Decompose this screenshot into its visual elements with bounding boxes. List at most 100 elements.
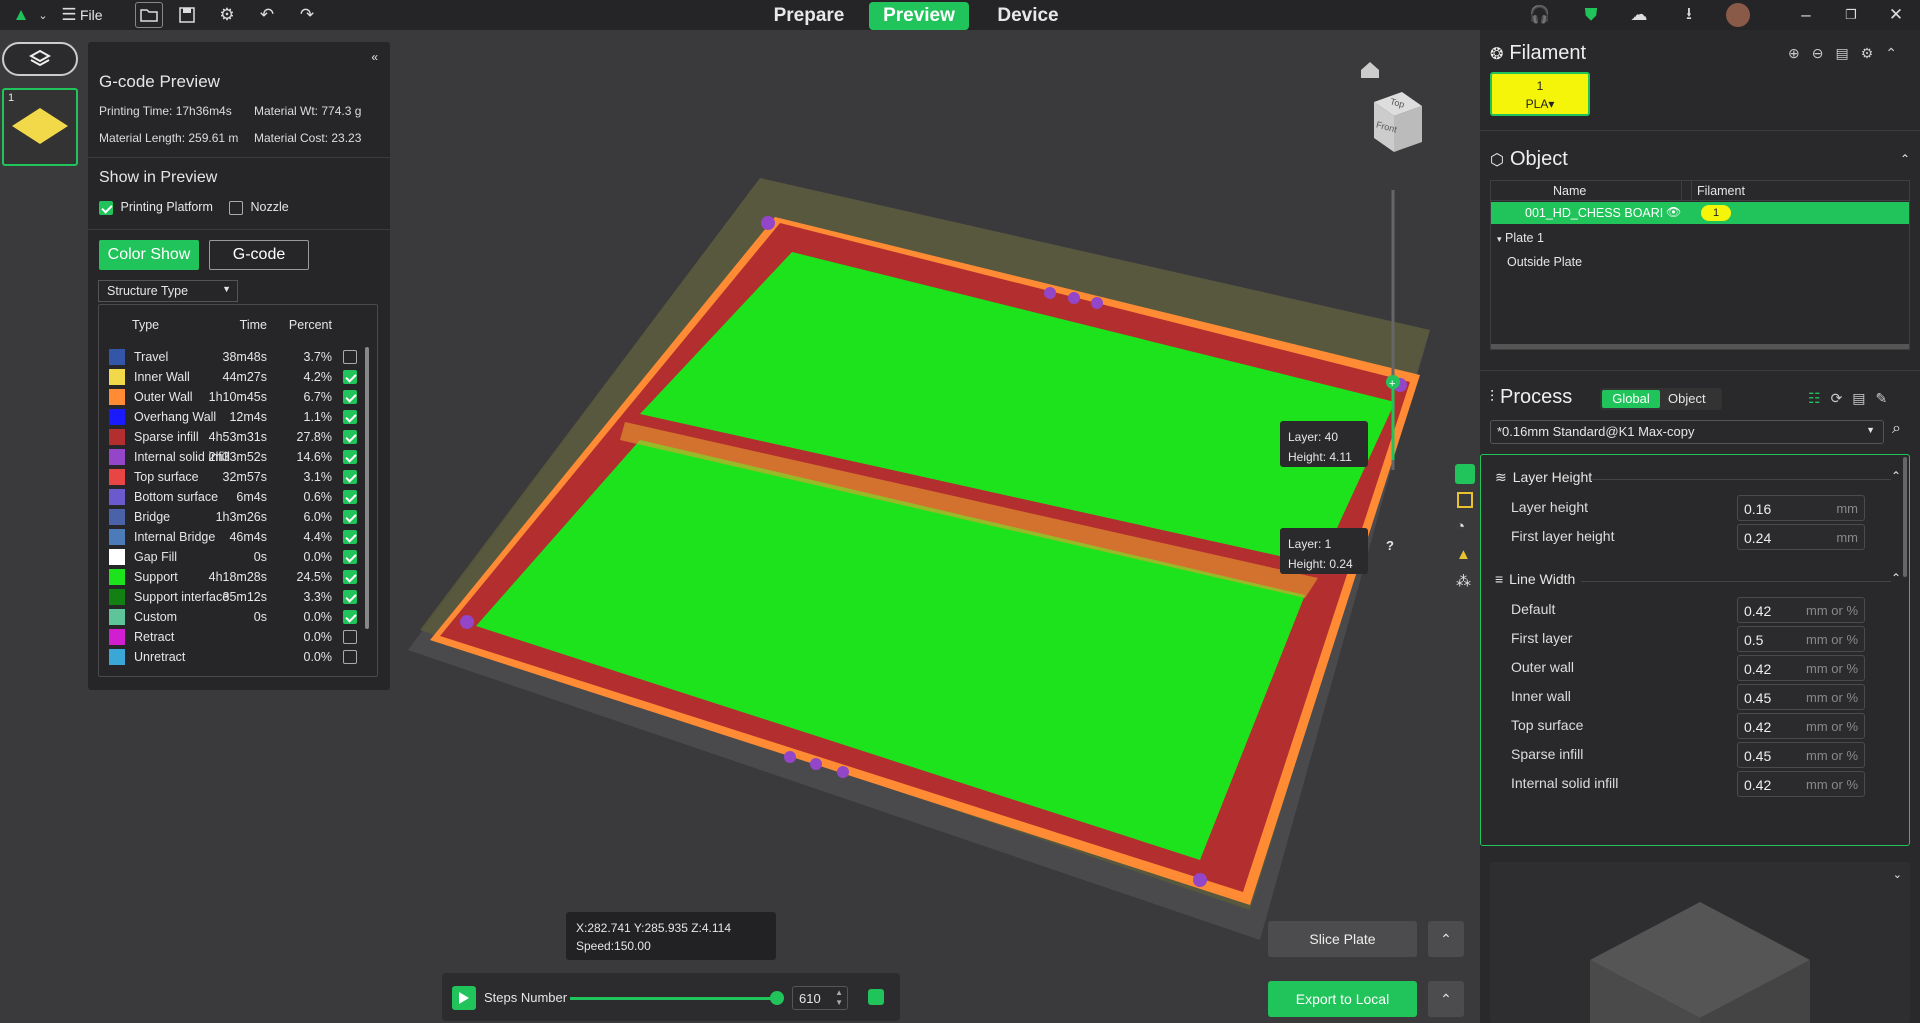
process-edit-icon[interactable]: ✎	[1876, 390, 1898, 406]
group-line-width[interactable]: ≡ Line Width	[1495, 571, 1575, 587]
tree-plate-1[interactable]: ▾ Plate 1	[1497, 231, 1544, 245]
legend-visibility-checkbox[interactable]	[343, 630, 357, 644]
object-list-scrollbar[interactable]	[1491, 344, 1909, 349]
export-to-local-button[interactable]: Export to Local	[1268, 981, 1417, 1017]
legend-visibility-checkbox[interactable]	[343, 410, 357, 424]
legend-visibility-checkbox[interactable]	[343, 390, 357, 404]
legend-visibility-checkbox[interactable]	[343, 350, 357, 364]
slice-plate-button[interactable]: Slice Plate	[1268, 921, 1417, 957]
gcode-button[interactable]: G-code	[209, 240, 309, 270]
help-icon[interactable]: ?	[1386, 538, 1394, 553]
minimize-icon[interactable]: –	[1795, 4, 1817, 26]
toggle-global[interactable]: Global	[1602, 390, 1660, 408]
speed-gauge-icon[interactable]: ◔	[1456, 518, 1465, 535]
user-avatar[interactable]	[1726, 3, 1750, 27]
measure-icon[interactable]: ▲	[1456, 546, 1471, 563]
spinner-arrows-icon[interactable]: ▲ ▼	[835, 988, 843, 1008]
download-icon[interactable]: ⭳	[1678, 4, 1700, 26]
filament-settings-icon[interactable]: ⚙	[1861, 45, 1886, 61]
play-icon[interactable]	[452, 986, 476, 1010]
toggle-object[interactable]: Object	[1668, 391, 1706, 406]
legend-visibility-checkbox[interactable]	[343, 430, 357, 444]
printing-platform-checkbox[interactable]	[99, 200, 113, 215]
layers-view-icon[interactable]	[1455, 464, 1475, 484]
legend-visibility-checkbox[interactable]	[343, 370, 357, 384]
open-folder-icon[interactable]	[135, 2, 163, 28]
steps-number-input[interactable]: 610 ▲ ▼	[792, 986, 848, 1010]
legend-visibility-checkbox[interactable]	[343, 650, 357, 664]
visibility-eye-icon[interactable]: 👁	[1666, 205, 1681, 219]
export-expand-chevron-icon[interactable]: ⌃	[1428, 981, 1464, 1017]
remove-filament-icon[interactable]: ⊖	[1812, 45, 1836, 61]
collapse-object-icon[interactable]: ⌃	[1900, 152, 1910, 166]
legend-visibility-checkbox[interactable]	[343, 570, 357, 584]
cloud-upload-icon[interactable]: ☁	[1628, 4, 1650, 26]
add-filament-icon[interactable]: ⊕	[1788, 45, 1812, 61]
plate-thumbnail[interactable]: 1	[2, 88, 78, 166]
collapse-panel-icon[interactable]: «	[371, 50, 378, 64]
printing-platform-option[interactable]: Printing Platform	[99, 200, 213, 215]
menu-icon[interactable]: ☰	[58, 4, 80, 26]
legend-visibility-checkbox[interactable]	[343, 510, 357, 524]
expand-arrow-icon[interactable]: ▾	[1497, 234, 1502, 244]
legend-visibility-checkbox[interactable]	[343, 610, 357, 624]
global-object-toggle[interactable]: Global Object	[1600, 388, 1722, 410]
process-list-icon[interactable]: ☷	[1808, 390, 1831, 406]
filament-slot-1[interactable]: 1 PLA▾	[1490, 72, 1590, 116]
param-input[interactable]: 0.42 mm or %	[1737, 655, 1865, 681]
tab-device[interactable]: Device	[990, 2, 1066, 30]
param-input[interactable]: 0.45 mm or %	[1737, 742, 1865, 768]
slice-expand-chevron-icon[interactable]: ⌃	[1428, 921, 1464, 957]
app-logo-icon[interactable]: ▲	[10, 4, 32, 26]
param-input[interactable]: 0.42 mm or %	[1737, 771, 1865, 797]
view-cube[interactable]: Top Front	[1370, 86, 1426, 156]
legend-scrollbar[interactable]	[365, 347, 369, 629]
nozzle-checkbox[interactable]	[229, 200, 243, 215]
collapse-filament-icon[interactable]: ⌃	[1885, 45, 1897, 61]
process-compare-icon[interactable]: ⟳	[1831, 390, 1853, 406]
objects-layers-button[interactable]	[2, 42, 78, 76]
settings-gear-icon[interactable]: ⚙	[216, 4, 238, 26]
color-show-button[interactable]: Color Show	[99, 240, 199, 270]
collapse-layer-height-icon[interactable]: ⌃	[1891, 469, 1901, 483]
param-input[interactable]: 0.24 mm	[1737, 524, 1865, 550]
edit-filament-icon[interactable]: ▤	[1835, 45, 1860, 61]
grid-icon[interactable]: ⁂	[1456, 572, 1471, 590]
logo-dropdown-chevron-icon[interactable]: ⌄	[32, 4, 54, 26]
nozzle-option[interactable]: Nozzle	[229, 200, 289, 215]
restore-icon[interactable]: ❐	[1840, 4, 1862, 26]
param-input[interactable]: 0.16 mm	[1737, 495, 1865, 521]
process-save-icon[interactable]: ▤	[1852, 390, 1875, 406]
param-input[interactable]: 0.42 mm or %	[1737, 713, 1865, 739]
layers-stack-icon[interactable]	[868, 989, 884, 1005]
legend-visibility-checkbox[interactable]	[343, 470, 357, 484]
legend-visibility-checkbox[interactable]	[343, 550, 357, 564]
close-icon[interactable]: ✕	[1885, 4, 1907, 26]
process-scrollbar[interactable]	[1903, 457, 1907, 577]
param-input[interactable]: 0.5 mm or %	[1737, 626, 1865, 652]
shield-icon[interactable]: ⛊	[1580, 4, 1602, 26]
undo-icon[interactable]: ↶	[256, 4, 278, 26]
legend-visibility-checkbox[interactable]	[343, 450, 357, 464]
process-preset-select[interactable]: *0.16mm Standard@K1 Max-copy ▼	[1490, 420, 1884, 444]
headset-icon[interactable]: 🎧	[1529, 4, 1551, 26]
redo-icon[interactable]: ↷	[296, 4, 318, 26]
param-input[interactable]: 0.42 mm or %	[1737, 597, 1865, 623]
steps-slider-track[interactable]	[570, 997, 776, 1000]
tab-prepare[interactable]: Prepare	[766, 2, 852, 30]
file-menu[interactable]: File	[80, 7, 103, 23]
frame-icon[interactable]	[1457, 492, 1473, 508]
search-icon[interactable]: ⌕	[1892, 420, 1901, 438]
steps-slider-handle[interactable]	[770, 991, 784, 1005]
legend-visibility-checkbox[interactable]	[343, 490, 357, 504]
structure-type-select[interactable]: Structure Type ▼	[98, 280, 238, 302]
object-row-selected[interactable]: 001_HD_CHESS BOARI 👁 1	[1491, 202, 1909, 224]
tab-preview[interactable]: Preview	[869, 2, 969, 30]
legend-visibility-checkbox[interactable]	[343, 590, 357, 604]
param-input[interactable]: 0.45 mm or %	[1737, 684, 1865, 710]
group-layer-height[interactable]: ≋ Layer Height	[1495, 469, 1592, 486]
object-filament-badge[interactable]: 1	[1701, 205, 1731, 221]
legend-visibility-checkbox[interactable]	[343, 530, 357, 544]
save-icon[interactable]	[176, 4, 198, 26]
tree-outside-plate[interactable]: Outside Plate	[1507, 255, 1582, 269]
